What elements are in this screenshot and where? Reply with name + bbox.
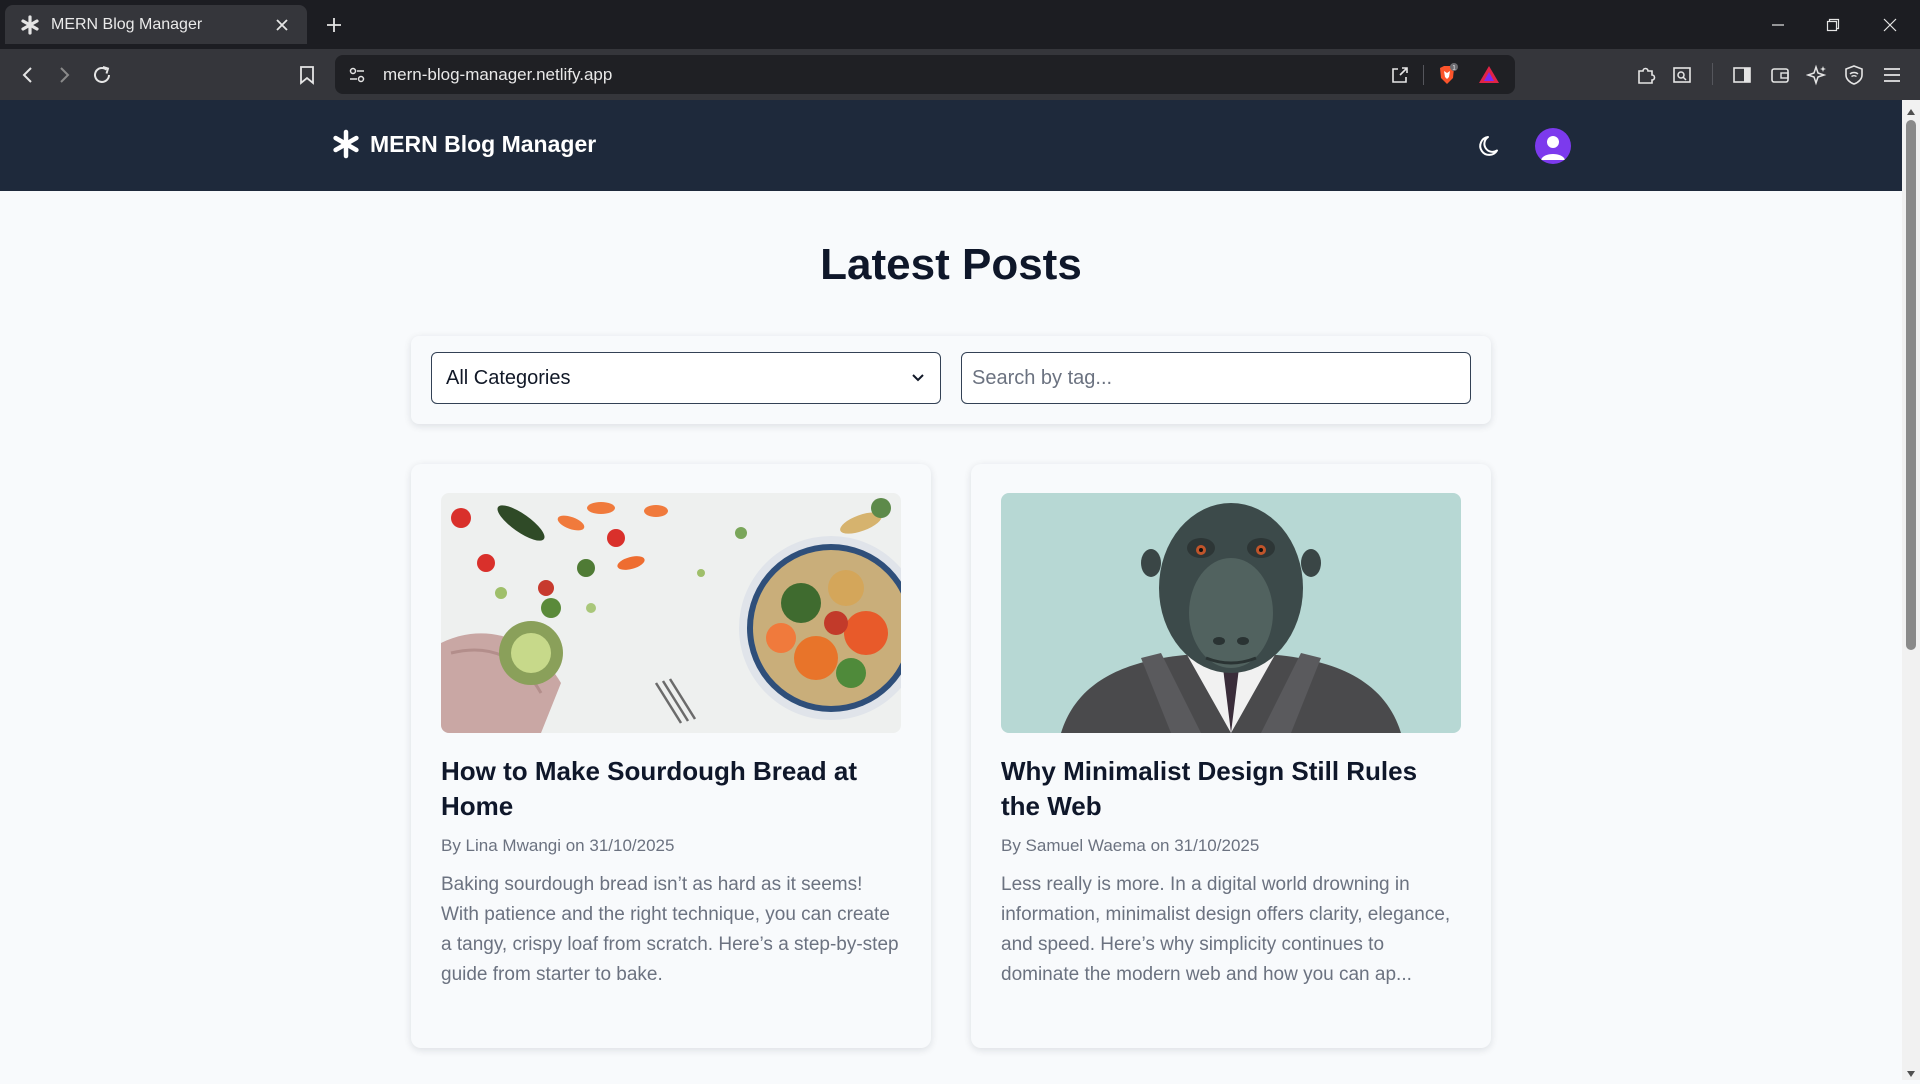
scroll-down-arrow-icon[interactable] [1906, 1066, 1916, 1077]
leo-ai-icon[interactable] [1803, 61, 1831, 89]
post-title[interactable]: How to Make Sourdough Bread at Home [441, 754, 901, 824]
url-text[interactable]: mern-blog-manager.netlify.app [383, 55, 612, 94]
brave-rewards-icon[interactable] [1477, 63, 1501, 87]
brand-name: MERN Blog Manager [370, 130, 597, 157]
scrollbar-thumb[interactable] [1906, 120, 1916, 650]
scroll-up-arrow-icon[interactable] [1906, 104, 1916, 115]
asterisk-favicon-icon [19, 14, 41, 36]
post-meta: By Lina Mwangi on 31/10/2025 [441, 836, 675, 855]
post-image-monkey-in-suit[interactable] [1001, 493, 1461, 733]
omnibox-divider [1423, 65, 1424, 85]
browser-tab-strip: MERN Blog Manager [0, 0, 1920, 49]
vpn-shield-icon[interactable] [1840, 61, 1868, 89]
share-icon[interactable] [1388, 63, 1412, 87]
category-select-value: All Categories [446, 366, 571, 389]
site-settings-icon[interactable] [347, 65, 367, 85]
post-title[interactable]: Why Minimalist Design Still Rules the We… [1001, 754, 1461, 824]
reload-icon[interactable] [88, 61, 116, 89]
post-card[interactable]: How to Make Sourdough Bread at Home By L… [411, 464, 931, 1048]
post-card[interactable]: Why Minimalist Design Still Rules the We… [971, 464, 1491, 1048]
page-title: Latest Posts [820, 240, 1082, 289]
restore-icon[interactable] [1820, 12, 1846, 38]
close-tab-icon[interactable] [271, 14, 293, 36]
brand-link[interactable]: MERN Blog Manager [330, 128, 596, 160]
extensions-icon[interactable] [1632, 61, 1660, 89]
post-meta: By Samuel Waema on 31/10/2025 [1001, 836, 1260, 855]
dark-mode-toggle-moon-icon[interactable] [1474, 129, 1508, 163]
post-image-food-bowl[interactable] [441, 493, 901, 733]
address-bar[interactable]: mern-blog-manager.netlify.app 1 [335, 55, 1515, 94]
page-search-icon[interactable] [1668, 61, 1696, 89]
category-select[interactable]: All Categories [431, 352, 941, 404]
site-header: MERN Blog Manager [0, 100, 1902, 191]
asterisk-logo-icon [330, 128, 362, 160]
user-avatar[interactable] [1535, 128, 1571, 164]
menu-icon[interactable] [1878, 61, 1906, 89]
wallet-icon[interactable] [1766, 61, 1794, 89]
close-window-icon[interactable] [1877, 12, 1903, 38]
tag-search-input[interactable] [961, 352, 1471, 404]
back-icon[interactable] [14, 61, 42, 89]
new-tab-icon[interactable] [322, 13, 346, 37]
user-icon [1541, 136, 1565, 160]
tab-title: MERN Blog Manager [51, 15, 203, 33]
browser-tab[interactable]: MERN Blog Manager [5, 5, 307, 44]
forward-icon[interactable] [50, 61, 78, 89]
bookmark-icon[interactable] [293, 61, 321, 89]
page-scrollbar[interactable] [1902, 100, 1920, 1080]
address-toolbar: mern-blog-manager.netlify.app 1 [0, 49, 1920, 100]
filter-bar: All Categories [411, 336, 1491, 424]
chevron-down-icon [910, 370, 926, 386]
toolbar-divider [1712, 63, 1713, 85]
post-excerpt: Less really is more. In a digital world … [1001, 874, 1451, 985]
page-viewport: MERN Blog Manager Latest Posts All Categ… [0, 100, 1902, 1080]
minimize-icon[interactable] [1765, 12, 1791, 38]
brave-shields-icon[interactable]: 1 [1435, 63, 1459, 87]
post-excerpt: Baking sourdough bread isn’t as hard as … [441, 874, 899, 985]
sidebar-toggle-icon[interactable] [1728, 61, 1756, 89]
